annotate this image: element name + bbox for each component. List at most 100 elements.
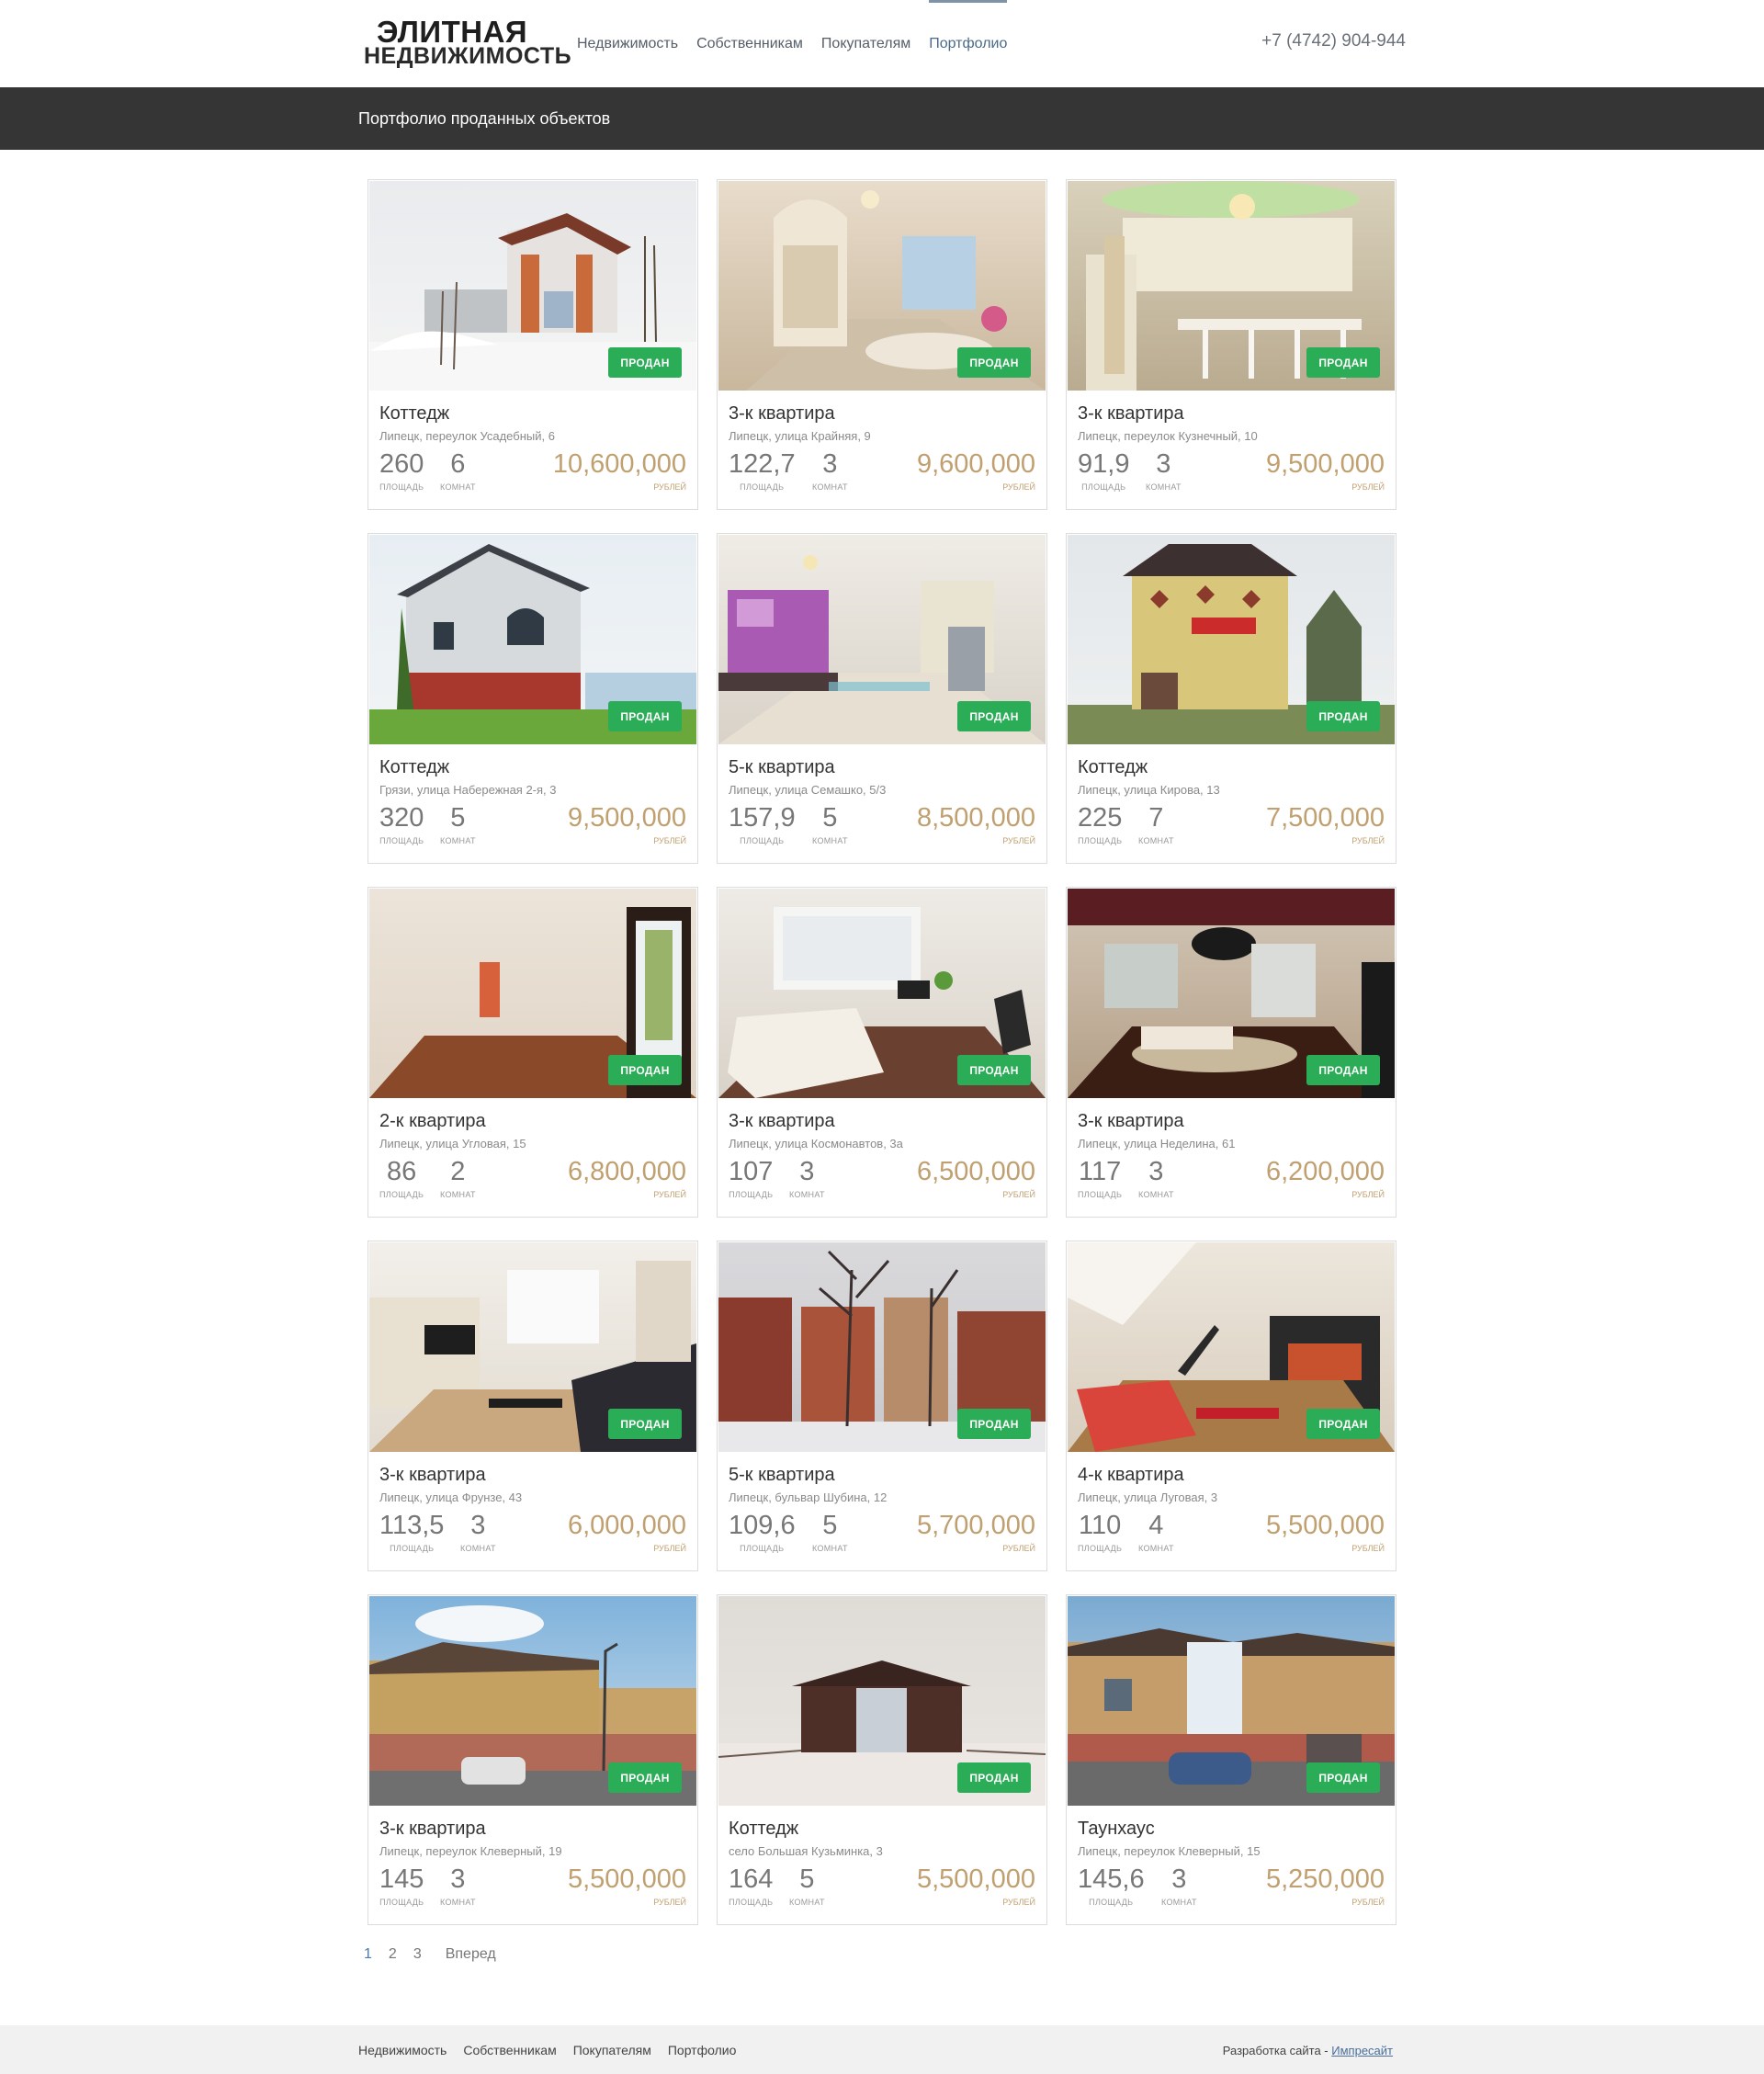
listing-card[interactable]: ПРОДАН 3-к квартира Липецк, улица Космон… [717, 887, 1047, 1218]
listing-address: Липецк, улица Семашко, 5/3 [729, 783, 887, 797]
credit-link[interactable]: Импресайт [1331, 2044, 1393, 2057]
price-currency: РУБЛЕЙ [1002, 482, 1035, 492]
listing-info: 3-к квартира Липецк, переулок Кузнечный,… [1068, 391, 1395, 508]
nav-item-buyers[interactable]: Покупателям [821, 0, 910, 87]
listing-title[interactable]: 3-к квартира [729, 403, 835, 425]
listing-info: 3-к квартира Липецк, переулок Клеверный,… [369, 1806, 696, 1923]
rooms-label: КОМНАТ [812, 1544, 848, 1553]
area-label: ПЛОЩАДЬ [740, 482, 785, 492]
listing-photo[interactable]: ПРОДАН [718, 1242, 1046, 1452]
listing-area: 145,6 ПЛОЩАДЬ [1078, 1863, 1145, 1907]
listing-price: 6,000,000 РУБЛЕЙ [568, 1509, 686, 1553]
page-link-2[interactable]: 2 [389, 1946, 397, 1963]
listing-photo[interactable]: ПРОДАН [718, 535, 1046, 744]
listing-address: Липецк, улица Крайняя, 9 [729, 429, 871, 443]
sold-badge: ПРОДАН [1306, 347, 1380, 378]
listing-card[interactable]: ПРОДАН Коттедж село Большая Кузьминка, 3… [717, 1594, 1047, 1925]
area-label: ПЛОЩАДЬ [1078, 1544, 1123, 1553]
listing-title[interactable]: Коттедж [1078, 757, 1148, 778]
listing-photo[interactable]: ПРОДАН [369, 181, 696, 391]
rooms-value: 5 [450, 803, 466, 833]
listing-card[interactable]: ПРОДАН 3-к квартира Липецк, улица Фрунзе… [368, 1241, 698, 1571]
listing-card[interactable]: ПРОДАН 3-к квартира Липецк, улица Крайня… [717, 179, 1047, 510]
footer-nav-portfolio[interactable]: Портфолио [668, 2043, 737, 2057]
listings-grid: ПРОДАН Коттедж Липецк, переулок Усадебны… [368, 179, 1397, 1925]
listing-area: 113,5 ПЛОЩАДЬ [379, 1509, 444, 1553]
listing-rooms: 5 КОМНАТ [789, 1863, 825, 1907]
listing-photo[interactable]: ПРОДАН [369, 889, 696, 1098]
listing-title[interactable]: 3-к квартира [729, 1111, 835, 1132]
sold-badge: ПРОДАН [1306, 1762, 1380, 1793]
page-link-3[interactable]: 3 [413, 1946, 422, 1963]
rooms-value: 3 [450, 1864, 466, 1894]
sold-badge: ПРОДАН [608, 1762, 682, 1793]
page-title: Портфолио проданных объектов [358, 109, 611, 128]
logo-line-2: НЕДВИЖИМОСТЬ [364, 43, 572, 69]
listing-title[interactable]: 2-к квартира [379, 1111, 486, 1132]
site-logo[interactable]: ЭЛИТНАЯ НЕДВИЖИМОСТЬ [364, 15, 571, 69]
listing-title[interactable]: Коттедж [379, 757, 449, 778]
listing-title[interactable]: Коттедж [379, 403, 449, 425]
listing-photo[interactable]: ПРОДАН [369, 1596, 696, 1806]
listing-rooms: 6 КОМНАТ [440, 448, 476, 492]
listing-photo[interactable]: ПРОДАН [1068, 181, 1395, 391]
nav-item-portfolio[interactable]: Портфолио [929, 0, 1008, 87]
footer-nav-buyers[interactable]: Покупателям [573, 2043, 651, 2057]
listing-info: 3-к квартира Липецк, улица Космонавтов, … [718, 1098, 1046, 1216]
listing-info: 5-к квартира Липецк, улица Семашко, 5/3 … [718, 744, 1046, 862]
footer-nav-owners[interactable]: Собственникам [463, 2043, 556, 2057]
price-currency: РУБЛЕЙ [1351, 482, 1385, 492]
listing-card[interactable]: ПРОДАН Таунхаус Липецк, переулок Клеверн… [1066, 1594, 1396, 1925]
listing-title[interactable]: 5-к квартира [729, 757, 835, 778]
area-label: ПЛОЩАДЬ [390, 1544, 435, 1553]
listing-title[interactable]: 3-к квартира [379, 1819, 486, 1840]
listing-rooms: 5 КОМНАТ [812, 801, 848, 845]
listing-photo[interactable]: ПРОДАН [369, 535, 696, 744]
listing-title[interactable]: 3-к квартира [1078, 403, 1184, 425]
listing-title[interactable]: 3-к квартира [379, 1465, 486, 1486]
phone-number[interactable]: +7 (4742) 904-944 [1261, 31, 1406, 51]
area-label: ПЛОЩАДЬ [740, 1544, 785, 1553]
listing-card[interactable]: ПРОДАН 3-к квартира Липецк, переулок Куз… [1066, 179, 1396, 510]
listing-photo[interactable]: ПРОДАН [718, 889, 1046, 1098]
page-link-1[interactable]: 1 [364, 1946, 372, 1963]
listing-price: 5,250,000 РУБЛЕЙ [1266, 1863, 1385, 1907]
listing-card[interactable]: ПРОДАН 3-к квартира Липецк, переулок Кле… [368, 1594, 698, 1925]
listing-card[interactable]: ПРОДАН Коттедж Липецк, улица Кирова, 13 … [1066, 533, 1396, 864]
listing-card[interactable]: ПРОДАН Коттедж Липецк, переулок Усадебны… [368, 179, 698, 510]
footer-nav-realty[interactable]: Недвижимость [358, 2043, 447, 2057]
area-label: ПЛОЩАДЬ [729, 1190, 774, 1199]
listing-photo[interactable]: ПРОДАН [1068, 889, 1395, 1098]
listing-title[interactable]: Таунхаус [1078, 1819, 1155, 1840]
listing-title[interactable]: 5-к квартира [729, 1465, 835, 1486]
listing-photo[interactable]: ПРОДАН [1068, 1242, 1395, 1452]
listing-title[interactable]: 4-к квартира [1078, 1465, 1184, 1486]
listing-card[interactable]: ПРОДАН 5-к квартира Липецк, улица Семашк… [717, 533, 1047, 864]
listing-photo[interactable]: ПРОДАН [369, 1242, 696, 1452]
nav-item-owners[interactable]: Собственникам [696, 0, 803, 87]
listing-price: 9,500,000 РУБЛЕЙ [1266, 448, 1385, 492]
listing-info: 3-к квартира Липецк, улица Крайняя, 9 12… [718, 391, 1046, 508]
listing-card[interactable]: ПРОДАН Коттедж Грязи, улица Набережная 2… [368, 533, 698, 864]
listing-card[interactable]: ПРОДАН 5-к квартира Липецк, бульвар Шуби… [717, 1241, 1047, 1571]
nav-item-realty[interactable]: Недвижимость [577, 0, 678, 87]
listing-photo[interactable]: ПРОДАН [1068, 1596, 1395, 1806]
price-currency: РУБЛЕЙ [653, 1544, 686, 1553]
next-page-link[interactable]: Вперед [446, 1946, 496, 1963]
listing-photo[interactable]: ПРОДАН [718, 1596, 1046, 1806]
listing-card[interactable]: ПРОДАН 3-к квартира Липецк, улица Недели… [1066, 887, 1396, 1218]
listing-price: 6,200,000 РУБЛЕЙ [1266, 1155, 1385, 1199]
listing-title[interactable]: 3-к квартира [1078, 1111, 1184, 1132]
listing-card[interactable]: ПРОДАН 2-к квартира Липецк, улица Углова… [368, 887, 698, 1218]
listing-title[interactable]: Коттедж [729, 1819, 798, 1840]
listing-price: 5,500,000 РУБЛЕЙ [1266, 1509, 1385, 1553]
sold-badge: ПРОДАН [1306, 701, 1380, 731]
listing-address: Липецк, переулок Клеверный, 19 [379, 1844, 562, 1858]
price-value: 10,600,000 [552, 449, 686, 479]
listing-card[interactable]: ПРОДАН 4-к квартира Липецк, улица Лугова… [1066, 1241, 1396, 1571]
listing-photo[interactable]: ПРОДАН [718, 181, 1046, 391]
listing-photo[interactable]: ПРОДАН [1068, 535, 1395, 744]
area-label: ПЛОЩАДЬ [379, 1190, 424, 1199]
rooms-label: КОМНАТ [460, 1544, 496, 1553]
site-footer: Недвижимость Собственникам Покупателям П… [0, 2025, 1764, 2074]
